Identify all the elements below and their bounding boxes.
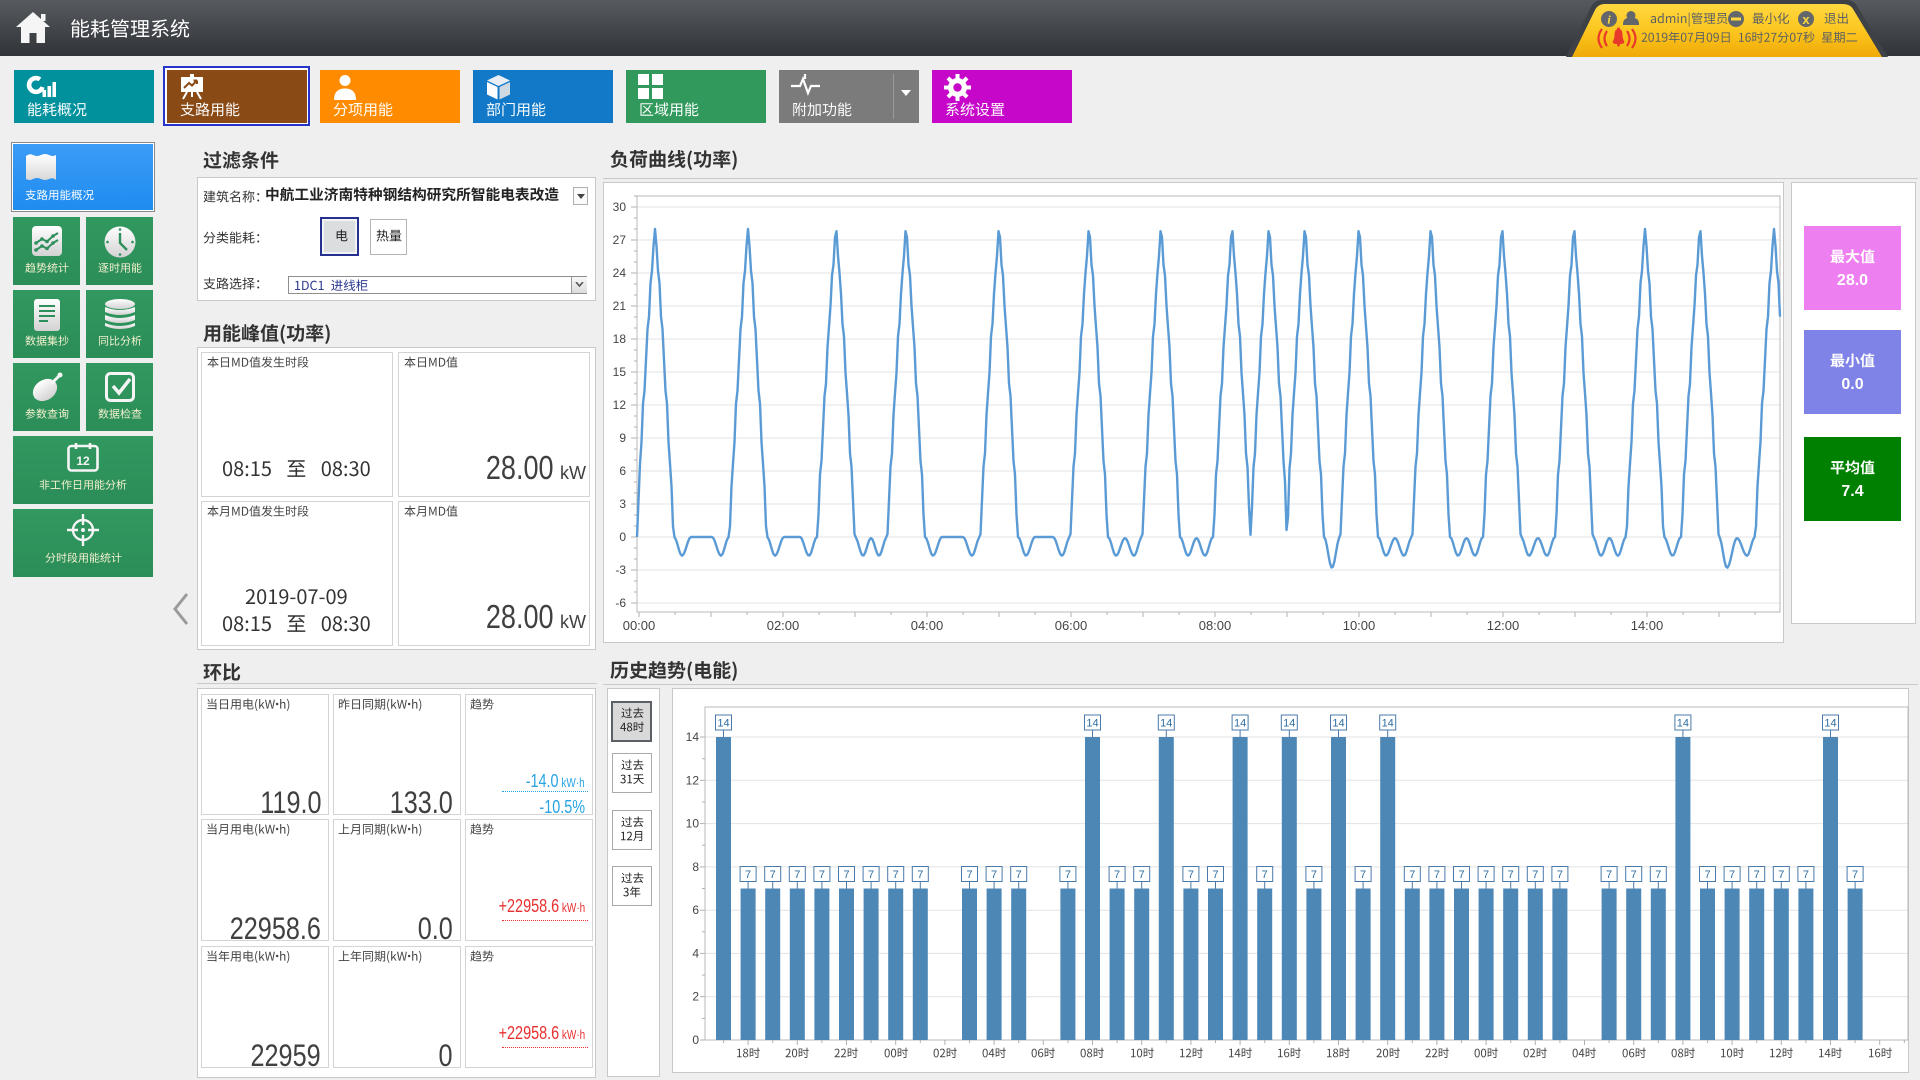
svg-text:14: 14 <box>1824 718 1836 730</box>
svg-text:7: 7 <box>1655 869 1661 881</box>
svg-text:7: 7 <box>1434 869 1440 881</box>
svg-text:04:00: 04:00 <box>911 618 944 633</box>
svg-text:7: 7 <box>843 869 849 881</box>
svg-text:7: 7 <box>1262 869 1268 881</box>
svg-text:7: 7 <box>1458 869 1464 881</box>
svg-text:14: 14 <box>686 730 700 744</box>
svg-text:12: 12 <box>76 454 90 468</box>
svg-text:2: 2 <box>692 990 699 1004</box>
svg-text:08:00: 08:00 <box>1199 618 1232 633</box>
svg-text:9: 9 <box>619 431 626 445</box>
svg-text:7: 7 <box>1360 869 1366 881</box>
svg-text:7: 7 <box>991 869 997 881</box>
svg-text:7: 7 <box>1065 869 1071 881</box>
svg-text:18: 18 <box>613 332 627 346</box>
svg-text:7: 7 <box>1508 869 1514 881</box>
svg-text:02:00: 02:00 <box>767 618 800 633</box>
svg-text:4: 4 <box>692 946 699 960</box>
svg-text:7: 7 <box>1409 869 1415 881</box>
svg-text:7: 7 <box>1212 869 1218 881</box>
svg-text:7: 7 <box>770 869 776 881</box>
svg-text:15: 15 <box>613 365 627 379</box>
svg-text:7: 7 <box>868 869 874 881</box>
svg-text:7: 7 <box>1778 869 1784 881</box>
svg-text:7: 7 <box>893 869 899 881</box>
svg-text:7: 7 <box>1606 869 1612 881</box>
svg-text:6: 6 <box>692 903 699 917</box>
svg-text:14: 14 <box>1086 718 1098 730</box>
svg-text:7: 7 <box>1483 869 1489 881</box>
svg-text:7: 7 <box>1139 869 1145 881</box>
svg-text:3: 3 <box>619 497 626 511</box>
svg-text:27: 27 <box>613 233 627 247</box>
svg-text:6: 6 <box>619 464 626 478</box>
svg-text:21: 21 <box>613 299 627 313</box>
svg-text:14: 14 <box>1677 718 1689 730</box>
svg-text:7: 7 <box>1311 869 1317 881</box>
svg-text:7: 7 <box>794 869 800 881</box>
svg-text:7: 7 <box>1754 869 1760 881</box>
svg-text:7: 7 <box>1729 869 1735 881</box>
svg-text:7: 7 <box>1852 869 1858 881</box>
svg-text:7: 7 <box>745 869 751 881</box>
svg-text:7: 7 <box>966 869 972 881</box>
svg-text:7: 7 <box>1016 869 1022 881</box>
svg-text:10: 10 <box>686 817 700 831</box>
svg-text:-3: -3 <box>615 563 626 577</box>
svg-text:14: 14 <box>1382 718 1394 730</box>
svg-text:12: 12 <box>686 773 700 787</box>
svg-text:7: 7 <box>819 869 825 881</box>
svg-text:8: 8 <box>692 860 699 874</box>
svg-text:0: 0 <box>692 1033 699 1047</box>
svg-text:7: 7 <box>917 869 923 881</box>
svg-text:7: 7 <box>1631 869 1637 881</box>
svg-text:00:00: 00:00 <box>623 618 656 633</box>
svg-text:30: 30 <box>613 200 627 214</box>
svg-text:7: 7 <box>1114 869 1120 881</box>
svg-text:14: 14 <box>1160 718 1172 730</box>
svg-text:12: 12 <box>613 398 627 412</box>
svg-text:7: 7 <box>1532 869 1538 881</box>
svg-text:x: x <box>1802 12 1810 27</box>
svg-text:12:00: 12:00 <box>1487 618 1520 633</box>
svg-text:7: 7 <box>1188 869 1194 881</box>
svg-text:7: 7 <box>1557 869 1563 881</box>
svg-text:14: 14 <box>1234 718 1246 730</box>
svg-text:10:00: 10:00 <box>1343 618 1376 633</box>
svg-text:06:00: 06:00 <box>1055 618 1088 633</box>
svg-text:14: 14 <box>1283 718 1295 730</box>
svg-text:0: 0 <box>619 530 626 544</box>
svg-text:14:00: 14:00 <box>1631 618 1664 633</box>
svg-text:24: 24 <box>613 266 627 280</box>
svg-text:7: 7 <box>1803 869 1809 881</box>
svg-text:-6: -6 <box>615 596 626 610</box>
svg-text:14: 14 <box>717 718 729 730</box>
svg-text:14: 14 <box>1332 718 1344 730</box>
svg-text:7: 7 <box>1704 869 1710 881</box>
